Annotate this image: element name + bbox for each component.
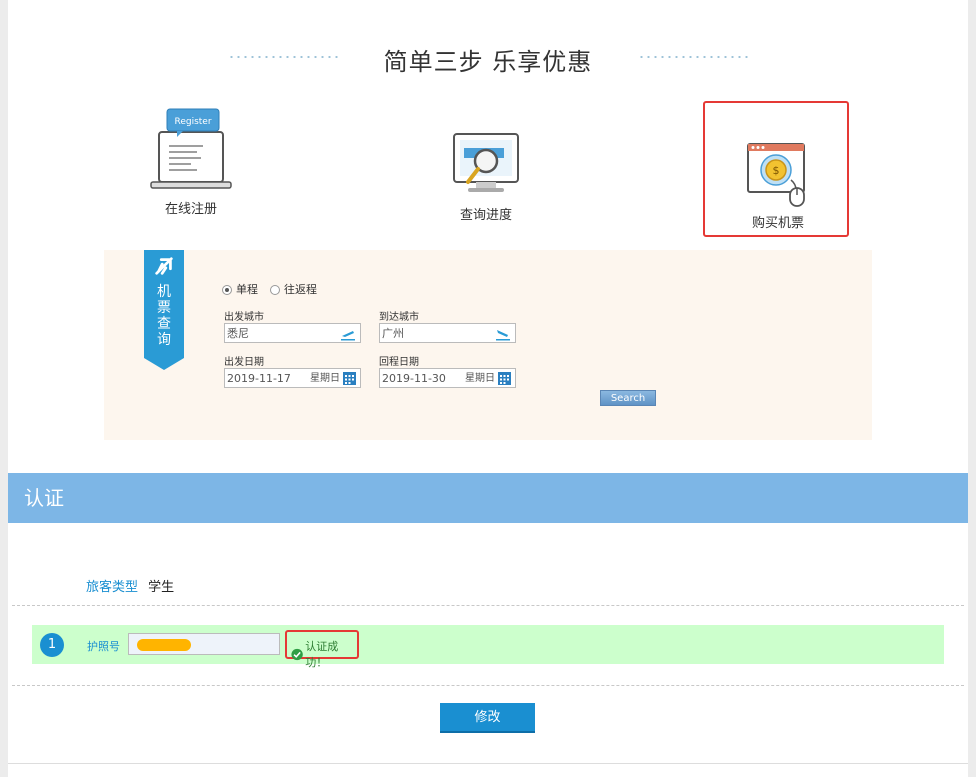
dotted-divider-right — [638, 56, 748, 58]
depart-city-field[interactable]: 悉尼 — [224, 323, 361, 343]
trip-type-oneway[interactable]: 单程 — [222, 281, 258, 297]
passenger-type: 旅客类型 学生 — [86, 576, 174, 595]
flight-search-panel: 机 票 查 询 单程 往返程 出发城市 悉尼 到达城市 广州 出发日期 2019… — [104, 250, 872, 440]
depart-weekday: 星期日 — [310, 373, 340, 384]
return-date-label: 回程日期 — [379, 357, 419, 368]
divider — [12, 605, 964, 606]
passenger-number-badge: 1 — [40, 633, 64, 657]
depart-date-field[interactable]: 2019-11-17 星期日 — [224, 368, 361, 388]
success-highlight: 认证成功！ — [285, 630, 359, 669]
arrive-city-label: 到达城市 — [379, 312, 419, 323]
passport-input[interactable] — [128, 633, 280, 655]
steps-title: 简单三步 乐享优惠 — [383, 48, 593, 76]
register-badge-text: Register — [174, 117, 211, 127]
passenger-type-label: 旅客类型 — [86, 580, 139, 595]
return-weekday: 星期日 — [465, 373, 495, 384]
trip-type-roundtrip[interactable]: 往返程 — [270, 281, 317, 297]
search-button[interactable]: Search — [600, 390, 656, 406]
verification-status: 认证成功！ — [291, 638, 357, 670]
airplane-icon — [155, 257, 173, 275]
radio-checked[interactable] — [222, 285, 232, 295]
depart-date-label: 出发日期 — [224, 357, 264, 368]
highlight-annotation — [703, 101, 849, 237]
passenger-row: 1 护照号 认证成功！ — [32, 625, 944, 669]
page: 简单三步 乐享优惠 Register 在线注册 查询进度 $ 购买机票 机 票 … — [8, 0, 968, 777]
arrive-city-field[interactable]: 广州 — [379, 323, 516, 343]
calendar-icon[interactable] — [498, 372, 511, 385]
monitor-search-icon — [416, 110, 556, 200]
takeoff-icon — [341, 331, 355, 341]
redaction-mark — [137, 639, 191, 651]
ribbon-label: 机 票 查 询 — [157, 284, 171, 348]
step-check-progress: 查询进度 — [416, 110, 556, 223]
check-circle-icon — [291, 648, 303, 660]
step-register: Register 在线注册 — [121, 104, 261, 217]
modify-button[interactable]: 修改 — [440, 703, 535, 733]
depart-city-label: 出发城市 — [224, 312, 264, 323]
step-label: 查询进度 — [459, 208, 512, 223]
return-date-field[interactable]: 2019-11-30 星期日 — [379, 368, 516, 388]
radio-unchecked[interactable] — [270, 285, 280, 295]
calendar-icon[interactable] — [343, 372, 356, 385]
landing-icon — [496, 330, 510, 341]
trip-type-group: 单程 往返程 — [222, 281, 317, 297]
passport-label: 护照号 — [87, 640, 120, 653]
auth-section-title: 认证 — [8, 473, 968, 523]
laptop-register-icon: Register — [121, 104, 261, 194]
divider — [12, 685, 964, 686]
step-label: 在线注册 — [164, 202, 217, 217]
bottom-border — [8, 763, 968, 764]
flight-search-ribbon: 机 票 查 询 — [144, 250, 184, 370]
passenger-type-value: 学生 — [148, 580, 175, 595]
